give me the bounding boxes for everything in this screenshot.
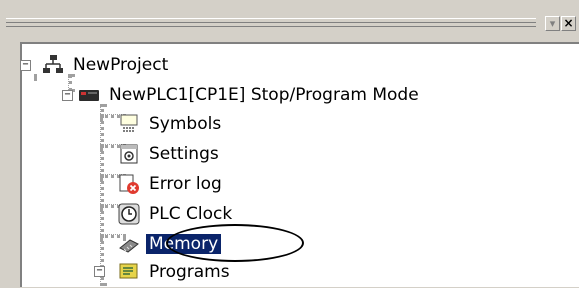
- tree-node-programs[interactable]: Programs: [118, 258, 233, 286]
- tree-node-symbols[interactable]: Symbols: [118, 110, 224, 138]
- programs-icon: [118, 261, 140, 283]
- close-button[interactable]: ×: [561, 16, 576, 31]
- symbols-icon: [118, 113, 140, 135]
- panel-header: ▾ ×: [0, 0, 579, 42]
- tree-node-label: PLC Clock: [149, 204, 233, 224]
- clock-icon: [118, 203, 140, 225]
- tree-line: [100, 104, 104, 286]
- dropdown-button[interactable]: ▾: [545, 16, 560, 31]
- expand-toggle[interactable]: −: [62, 90, 73, 101]
- error-log-icon: [118, 173, 140, 195]
- panel-grip[interactable]: [6, 18, 536, 27]
- memory-icon: [118, 233, 140, 255]
- tree-node-error-log[interactable]: Error log: [118, 170, 225, 198]
- network-icon: [42, 54, 64, 76]
- tree-node-plc-clock[interactable]: PLC Clock: [118, 200, 235, 228]
- plc-icon: [78, 84, 100, 106]
- tree-node-label: Error log: [149, 174, 222, 194]
- settings-icon: [118, 143, 140, 165]
- tree-node-memory[interactable]: Memory: [118, 230, 222, 258]
- tree-node-label: Programs: [149, 262, 230, 282]
- tree-node-label: Memory: [146, 234, 222, 254]
- tree-node-label: Settings: [149, 144, 219, 164]
- tree-node-label: Symbols: [149, 114, 222, 134]
- tree-node-plc[interactable]: NewPLC1[CP1E] Stop/Program Mode: [78, 81, 422, 109]
- expand-toggle[interactable]: −: [94, 266, 105, 277]
- tree-line: [34, 74, 37, 80]
- tree-node-settings[interactable]: Settings: [118, 140, 222, 168]
- expand-toggle[interactable]: −: [20, 60, 31, 71]
- tree-node-label: NewProject: [73, 55, 169, 75]
- tree-node-root[interactable]: NewProject: [42, 51, 171, 79]
- tree-node-label: NewPLC1[CP1E] Stop/Program Mode: [109, 85, 419, 105]
- project-tree[interactable]: − NewProject − NewPLC1[CP1E] Stop/Progra…: [20, 42, 579, 287]
